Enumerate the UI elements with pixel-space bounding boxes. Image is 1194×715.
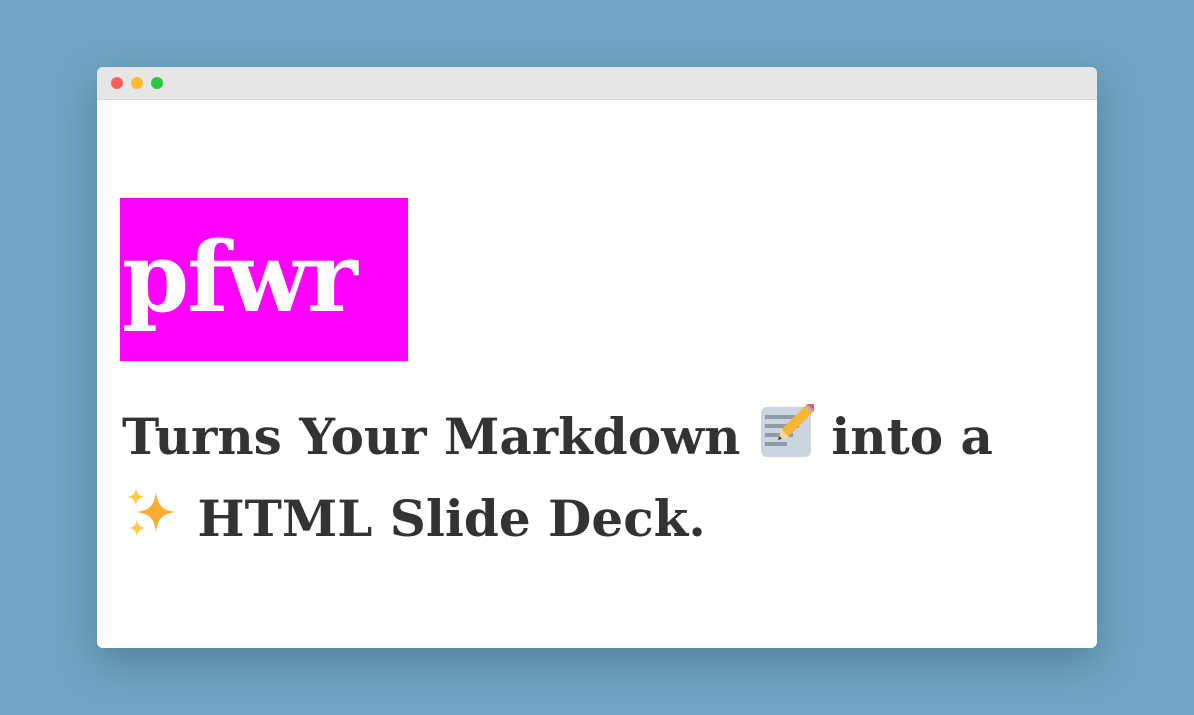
tagline-text-1: Turns Your Markdown <box>122 407 741 466</box>
tagline-text-3: HTML Slide Deck. <box>197 489 706 548</box>
slide-content: pfwr Turns Your Markdown into a HTML Sli… <box>97 99 1097 648</box>
tagline: Turns Your Markdown into a HTML Slide De… <box>122 399 1062 563</box>
window-titlebar <box>97 67 1097 100</box>
tagline-line-2: HTML Slide Deck. <box>122 481 1062 563</box>
tagline-line-1: Turns Your Markdown into a <box>122 399 1062 481</box>
close-window-button[interactable] <box>111 77 123 89</box>
tagline-text-2: into a <box>831 407 993 466</box>
logo-text: pfwr <box>122 221 358 334</box>
sparkles-icon <box>122 484 180 563</box>
zoom-window-button[interactable] <box>151 77 163 89</box>
minimize-window-button[interactable] <box>131 77 143 89</box>
browser-window: pfwr Turns Your Markdown into a HTML Sli… <box>97 67 1097 648</box>
memo-icon <box>758 399 819 481</box>
logo-block: pfwr <box>120 198 408 361</box>
